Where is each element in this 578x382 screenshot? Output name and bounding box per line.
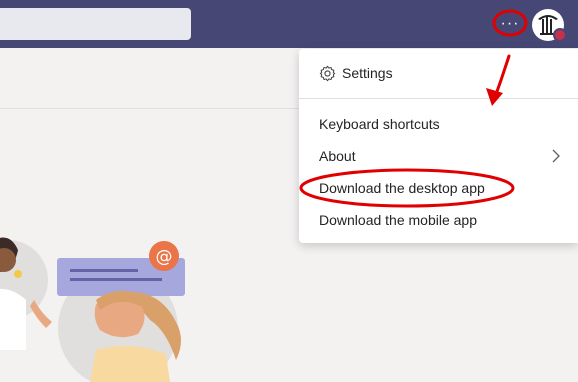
menu-item-label: Download the desktop app: [319, 180, 485, 196]
menu-item-label: Download the mobile app: [319, 212, 477, 228]
menu-divider: [299, 98, 578, 99]
menu-item-about[interactable]: About: [319, 142, 562, 170]
menu-item-download-mobile-app[interactable]: Download the mobile app: [319, 206, 562, 234]
mention-badge: @: [156, 247, 173, 267]
more-options-button[interactable]: ···: [497, 11, 523, 37]
content-divider: [0, 108, 300, 109]
search-box[interactable]: [0, 8, 191, 40]
menu-item-label: Keyboard shortcuts: [319, 116, 440, 132]
presence-badge: [553, 28, 567, 42]
menu-item-settings[interactable]: Settings: [319, 59, 562, 87]
menu-item-label: About: [319, 148, 356, 164]
menu-item-download-desktop-app[interactable]: Download the desktop app: [319, 174, 562, 202]
more-options-menu: Settings Keyboard shortcuts About Downlo…: [299, 49, 578, 243]
menu-item-keyboard-shortcuts[interactable]: Keyboard shortcuts: [319, 110, 562, 138]
welcome-illustration: @: [0, 237, 185, 382]
menu-item-label: Settings: [342, 65, 393, 81]
chevron-right-icon: [552, 149, 560, 163]
top-bar: ···: [0, 0, 578, 48]
gear-icon: [319, 65, 336, 81]
more-horizontal-icon: ···: [500, 15, 520, 32]
